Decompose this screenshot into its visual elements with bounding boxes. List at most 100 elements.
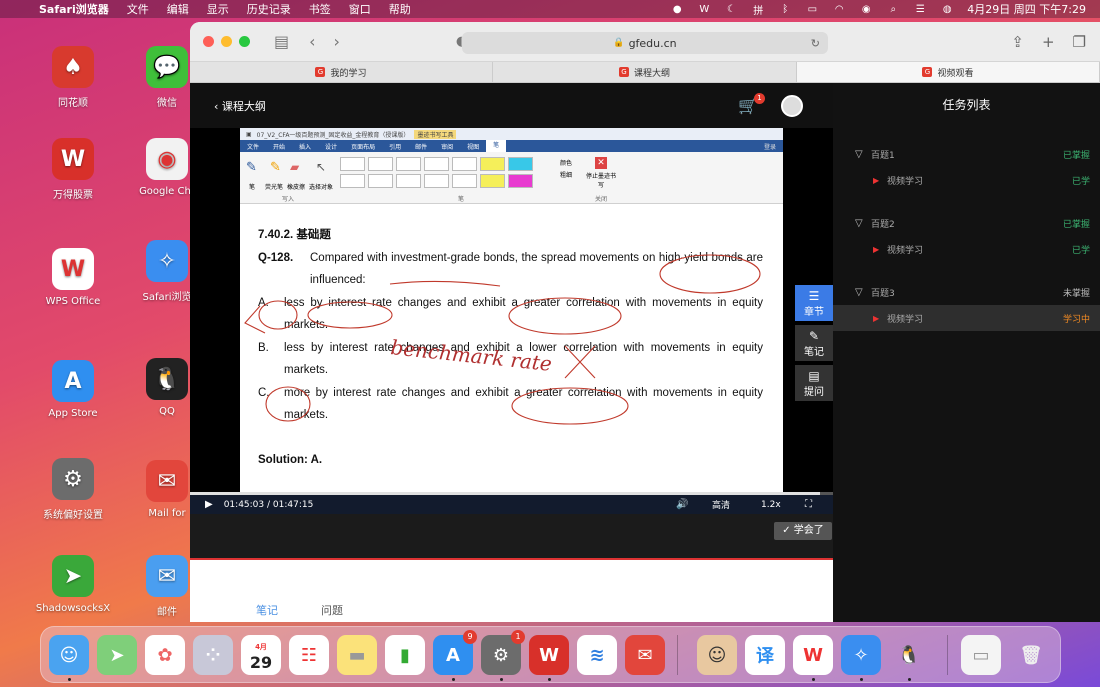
tab-notes[interactable]: 笔记 bbox=[256, 602, 278, 618]
desktop-icon-0[interactable]: ♠ 同花顺 bbox=[28, 46, 118, 109]
wind-icon[interactable]: W bbox=[529, 635, 569, 675]
app-icon: ➤ bbox=[52, 555, 94, 597]
battery-icon[interactable]: ▭ bbox=[805, 4, 819, 15]
desktop-icon-2[interactable]: W 万得股票 bbox=[28, 138, 118, 201]
tab-my-learning[interactable]: G 我的学习 bbox=[190, 62, 493, 82]
address-bar[interactable]: 🔒 gfedu.cn ↻ bbox=[462, 32, 828, 54]
player-controls: ▶ 01:45:03 / 01:47:15 🔊 高清 1.2x ⛶ bbox=[190, 495, 833, 514]
finder-icon[interactable]: ☺ bbox=[49, 635, 89, 675]
moon-icon[interactable]: ☾ bbox=[724, 4, 738, 15]
zoom-window-button[interactable] bbox=[239, 36, 250, 47]
chapter-button[interactable]: ☰ 章节 bbox=[795, 285, 833, 321]
quality-button[interactable]: 高清 bbox=[712, 498, 730, 511]
collapse-triangle-icon[interactable]: ▽ bbox=[855, 287, 863, 298]
desktop-icon-4[interactable]: W WPS Office bbox=[28, 248, 118, 307]
app-store-icon[interactable]: A9 bbox=[433, 630, 477, 675]
app-icon: A bbox=[52, 360, 94, 402]
photos-icon[interactable]: ✿ bbox=[145, 635, 185, 675]
avatar[interactable] bbox=[781, 95, 803, 117]
wps-status-icon[interactable]: W bbox=[697, 4, 711, 15]
menu-app-name[interactable]: Safari浏览器 bbox=[30, 1, 118, 17]
siri-icon[interactable]: ◍ bbox=[940, 4, 954, 15]
menu-view[interactable]: 显示 bbox=[198, 1, 238, 17]
app-icon: W bbox=[52, 138, 94, 180]
wps-office-icon[interactable]: W bbox=[793, 635, 833, 675]
close-window-button[interactable] bbox=[203, 36, 214, 47]
new-tab-icon[interactable]: + bbox=[1042, 33, 1055, 51]
menu-history[interactable]: 历史记录 bbox=[238, 1, 300, 17]
menu-file[interactable]: 文件 bbox=[118, 1, 158, 17]
desktop-icon-8[interactable]: ⚙ 系统偏好设置 bbox=[28, 458, 118, 521]
back-icon[interactable]: ‹ bbox=[309, 32, 315, 51]
translate-icon[interactable]: 译 bbox=[745, 635, 785, 675]
play-icon[interactable]: ▶ bbox=[205, 499, 213, 510]
menu-window[interactable]: 窗口 bbox=[340, 1, 380, 17]
feishu-icon[interactable]: ≋ bbox=[577, 635, 617, 675]
tab-video-watch[interactable]: G 视频观看 bbox=[797, 62, 1100, 82]
minimize-window-button[interactable] bbox=[221, 36, 232, 47]
bluetooth-icon[interactable]: ᛒ bbox=[778, 4, 792, 15]
task-list-panel: 任务列表 ▽ 百题1 已掌握 ▶ 视频学习 已学 ▽ 百题2 已掌握 ▶ 视频学习 已学 ▽ 百题3 未掌握… bbox=[833, 83, 1100, 622]
cart-icon[interactable]: 🛒 1 bbox=[738, 93, 765, 115]
tab-course-outline[interactable]: G 课程大纲 bbox=[493, 62, 797, 82]
menubar-clock[interactable]: 4月29日 周四 下午7:29 bbox=[967, 1, 1086, 17]
trash-icon[interactable]: 🗑 bbox=[1011, 635, 1051, 675]
record-icon[interactable]: ● bbox=[670, 4, 684, 15]
video-player[interactable]: ▣ 07_V2_CFA一级百题预测_固定收益_金程教育（授课版） 墨迹书写工具 … bbox=[190, 128, 833, 514]
control-center-icon[interactable]: ☰ bbox=[913, 4, 927, 15]
user-icon[interactable]: ◉ bbox=[859, 4, 873, 15]
question-button[interactable]: ▤ 提问 bbox=[795, 365, 833, 401]
ink-circle-less bbox=[258, 300, 298, 330]
task-video-name: 视频学习 bbox=[887, 176, 924, 187]
notes-icon[interactable]: ▬ bbox=[337, 635, 377, 675]
volume-icon[interactable]: 🔊 bbox=[676, 499, 688, 510]
task-video-row[interactable]: ▶ 视频学习 已学 bbox=[833, 236, 1100, 262]
task-video-row[interactable]: ▶ 视频学习 学习中 bbox=[833, 305, 1100, 331]
task-video-name: 视频学习 bbox=[887, 314, 924, 325]
task-group-row[interactable]: ▽ 百题3 未掌握 bbox=[833, 279, 1100, 305]
family-app-icon[interactable]: ☺ bbox=[697, 635, 737, 675]
task-group-row[interactable]: ▽ 百题2 已掌握 bbox=[833, 210, 1100, 236]
maps-icon[interactable]: ➤ bbox=[97, 635, 137, 675]
tab-overview-icon[interactable]: ❐ bbox=[1073, 33, 1086, 51]
input-method-icon[interactable]: 拼 bbox=[751, 4, 765, 17]
qq-icon[interactable]: 🐧 bbox=[889, 635, 929, 675]
speed-button[interactable]: 1.2x bbox=[761, 500, 781, 510]
menu-bookmarks[interactable]: 书签 bbox=[300, 1, 340, 17]
desktop-icon-6[interactable]: A App Store bbox=[28, 360, 118, 419]
video-play-icon: ▶ bbox=[873, 244, 880, 254]
fullscreen-icon[interactable]: ⛶ bbox=[805, 499, 812, 510]
forward-icon[interactable]: › bbox=[334, 32, 340, 51]
downloads-stack-icon[interactable]: ▭ bbox=[961, 635, 1001, 675]
collapse-triangle-icon[interactable]: ▽ bbox=[855, 149, 863, 160]
tab-questions[interactable]: 问题 bbox=[321, 602, 343, 618]
task-group-row[interactable]: ▽ 百题1 已掌握 bbox=[833, 141, 1100, 167]
notes-button[interactable]: ✎ 笔记 bbox=[795, 325, 833, 361]
reminders-icon[interactable]: ☷ bbox=[289, 635, 329, 675]
spotlight-search-icon[interactable]: ⌕ bbox=[886, 4, 900, 15]
numbers-icon[interactable]: ▮ bbox=[385, 635, 425, 675]
system-preferences-icon[interactable]: ⚙ 1 bbox=[481, 630, 525, 675]
launchpad-icon[interactable]: ⁘ bbox=[193, 635, 233, 675]
sidebar-toggle-icon[interactable]: ▤ bbox=[274, 32, 289, 51]
safari-icon[interactable]: ✧ bbox=[841, 635, 881, 675]
back-to-outline-link[interactable]: ‹ 课程大纲 bbox=[190, 98, 266, 114]
task-video-row[interactable]: ▶ 视频学习 已学 bbox=[833, 167, 1100, 193]
menu-edit[interactable]: 编辑 bbox=[158, 1, 198, 17]
share-icon[interactable]: ⇪ bbox=[1011, 33, 1024, 51]
calendar-day: 29 bbox=[249, 653, 273, 672]
video-play-icon: ▶ bbox=[873, 175, 880, 185]
learned-button[interactable]: ✓ 学会了 bbox=[774, 522, 832, 540]
ink-cross bbox=[564, 345, 596, 379]
app-icon: W bbox=[52, 248, 94, 290]
desktop-icon-10[interactable]: ➤ ShadowsocksX bbox=[28, 555, 118, 614]
dock: ☺ ➤ ✿ ⁘ 4月 29 ☷ ▬ ▮ A9 ⚙ 1 W ≋ ✉ ☺ 译 W ✧ … bbox=[40, 626, 1061, 683]
task-video-status: 学习中 bbox=[1062, 314, 1090, 325]
mail-icon[interactable]: ✉ bbox=[625, 635, 665, 675]
collapse-triangle-icon[interactable]: ▽ bbox=[855, 218, 863, 229]
wifi-icon[interactable]: ◠ bbox=[832, 4, 846, 15]
calendar-icon[interactable]: 4月 29 bbox=[241, 635, 281, 675]
menu-help[interactable]: 帮助 bbox=[380, 1, 420, 17]
reload-icon[interactable]: ↻ bbox=[811, 37, 820, 50]
desktop-icon-label: WPS Office bbox=[45, 296, 101, 307]
